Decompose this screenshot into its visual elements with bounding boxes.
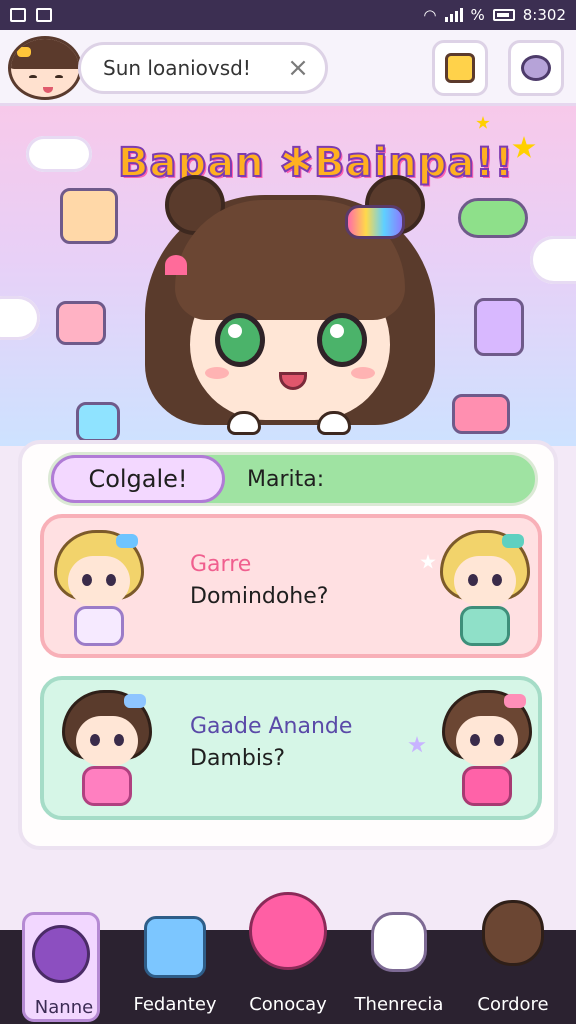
tab-bar: Colgale! Marita: bbox=[48, 452, 538, 506]
nav-item-conocay[interactable]: Conocay bbox=[233, 892, 343, 1024]
bottom-nav: Nanne Fedantey Conocay Thenrecia Cordore bbox=[0, 892, 576, 1024]
star-icon bbox=[512, 136, 536, 158]
cloud-decor bbox=[530, 236, 576, 284]
character-blonde-icon bbox=[54, 530, 144, 650]
character-blush bbox=[205, 367, 229, 379]
nav-label: Nanne bbox=[34, 997, 94, 1018]
close-icon[interactable]: × bbox=[285, 53, 311, 83]
robot-icon bbox=[521, 55, 551, 81]
search-field[interactable]: Sun loaniovsd! × bbox=[78, 42, 328, 94]
cake-sticker-icon bbox=[458, 198, 528, 238]
cup-sticker-icon bbox=[474, 298, 524, 356]
avatar-bow bbox=[17, 47, 31, 57]
avatar-eye bbox=[55, 75, 63, 79]
avatar-eye bbox=[29, 75, 37, 79]
game-card-title: Gaade Anande bbox=[190, 714, 353, 739]
tab-inactive[interactable]: Marita: bbox=[247, 455, 324, 503]
nav-item-thenrecia[interactable]: Thenrecia bbox=[344, 912, 454, 1024]
character-brunette-icon bbox=[442, 690, 532, 810]
profile-button[interactable] bbox=[508, 40, 564, 96]
sparkle-icon bbox=[408, 736, 426, 753]
gallery-icon bbox=[10, 8, 26, 22]
toy-sticker-icon bbox=[76, 402, 120, 442]
bow-sticker-icon bbox=[452, 394, 510, 434]
game-card-title: Garre bbox=[190, 552, 252, 577]
nav-item-cordore[interactable]: Cordore bbox=[458, 900, 568, 1024]
character-paw bbox=[227, 411, 261, 435]
battery-icon bbox=[492, 9, 515, 21]
character-eye bbox=[317, 313, 367, 367]
calendar-sticker-icon bbox=[60, 188, 118, 244]
nav-label: Thenrecia bbox=[354, 994, 444, 1015]
character-eye bbox=[215, 313, 265, 367]
hair-clip-icon bbox=[345, 205, 405, 239]
character-icon bbox=[32, 925, 90, 983]
heart-icon bbox=[165, 255, 187, 275]
character-blush bbox=[351, 367, 375, 379]
nav-label: Conocay bbox=[249, 994, 327, 1015]
wifi-icon: ◠ bbox=[423, 6, 437, 24]
character-paw bbox=[317, 411, 351, 435]
rewards-button[interactable] bbox=[432, 40, 488, 96]
character-icon bbox=[482, 900, 544, 966]
battery-percent: % bbox=[470, 6, 485, 24]
game-card-subtitle: Domindohe? bbox=[190, 584, 329, 609]
search-input[interactable]: Sun loaniovsd! bbox=[103, 56, 285, 80]
avatar[interactable] bbox=[8, 36, 82, 100]
nav-item-fedantey[interactable]: Fedantey bbox=[120, 916, 230, 1024]
character-brunette-icon bbox=[62, 690, 152, 810]
signal-icon bbox=[444, 8, 463, 22]
cat-icon bbox=[371, 912, 427, 972]
balloon-icon bbox=[249, 892, 327, 970]
game-card[interactable]: Garre Domindohe? bbox=[40, 514, 542, 658]
star-icon bbox=[476, 116, 490, 129]
notification-icon bbox=[36, 8, 52, 22]
status-time: 8:302 bbox=[522, 6, 566, 24]
status-bar: ◠ % 8:302 bbox=[0, 0, 576, 30]
game-card-subtitle: Dambis? bbox=[190, 746, 286, 771]
nav-item-home[interactable]: Nanne bbox=[22, 912, 100, 1022]
avatar-mouth bbox=[43, 87, 53, 93]
cloud-decor bbox=[26, 136, 92, 172]
character-blonde-icon bbox=[440, 530, 530, 650]
game-card[interactable]: Gaade Anande Dambis? bbox=[40, 676, 542, 820]
game-panel: Colgale! Marita: Garre Domindohe? Gaade … bbox=[18, 440, 558, 850]
nav-label: Fedantey bbox=[133, 994, 217, 1015]
hero-character bbox=[145, 175, 435, 435]
sparkle-icon bbox=[420, 554, 436, 569]
toolbox-icon bbox=[144, 916, 206, 978]
cloud-decor bbox=[0, 296, 40, 340]
bowl-sticker-icon bbox=[56, 301, 106, 345]
tab-active[interactable]: Colgale! bbox=[51, 455, 225, 503]
nav-label: Cordore bbox=[477, 994, 549, 1015]
star-badge-icon bbox=[445, 53, 475, 83]
